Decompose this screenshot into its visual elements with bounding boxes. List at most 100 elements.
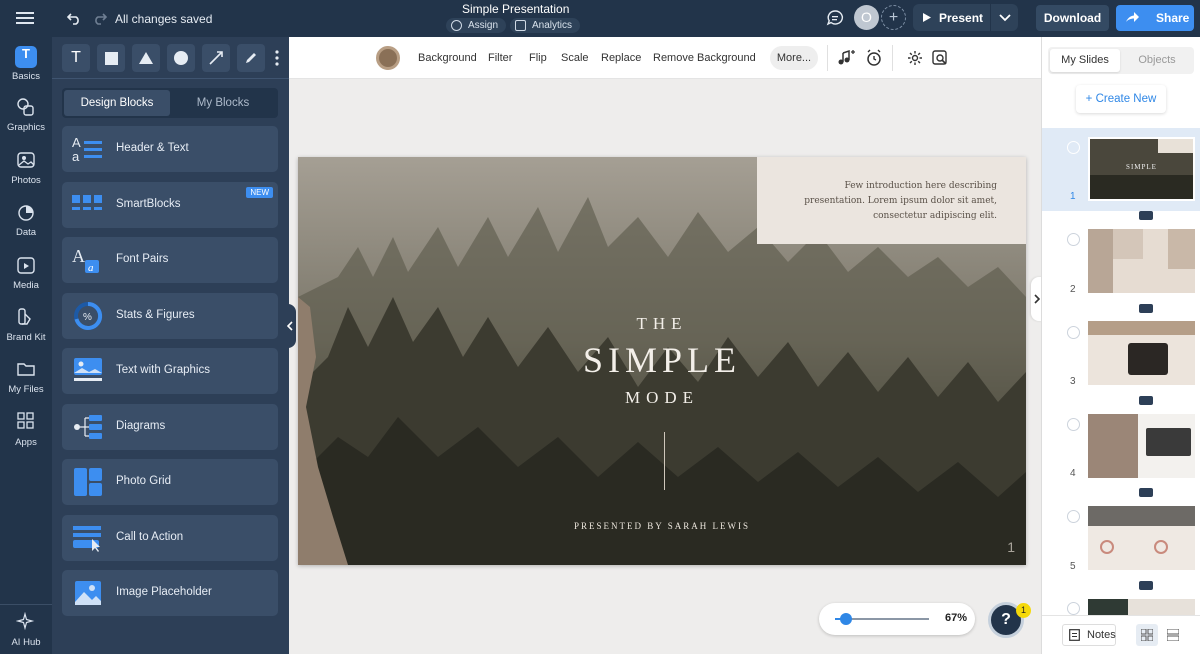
block-photo-grid[interactable]: Photo Grid bbox=[62, 459, 278, 505]
toolbar-filter[interactable]: Filter bbox=[488, 52, 512, 64]
more-tools-icon[interactable] bbox=[272, 49, 282, 67]
help-label: ? bbox=[1001, 611, 1011, 628]
analytics-button[interactable]: Analytics bbox=[510, 18, 581, 33]
rail-item-data[interactable]: Data bbox=[0, 202, 52, 238]
share-icon bbox=[1126, 12, 1139, 23]
grid-view-icon[interactable] bbox=[1136, 624, 1158, 646]
block-text-with-graphics[interactable]: Text with Graphics bbox=[62, 348, 278, 394]
timer-icon[interactable] bbox=[864, 48, 884, 68]
slide-canvas[interactable]: Few introduction here describing present… bbox=[298, 157, 1026, 565]
triangle-tool-icon[interactable] bbox=[132, 44, 160, 72]
slide-thumbnail-1[interactable]: SIMPLE bbox=[1088, 137, 1195, 201]
slide-options-icon[interactable] bbox=[1067, 326, 1080, 339]
zoom-slider-thumb[interactable] bbox=[840, 613, 853, 625]
document-title[interactable]: Simple Presentation bbox=[462, 2, 569, 16]
toolbar-replace[interactable]: Replace bbox=[601, 52, 641, 64]
title-mode[interactable]: MODE bbox=[298, 388, 1026, 408]
slide-options-icon[interactable] bbox=[1067, 602, 1080, 615]
assign-button[interactable]: Assign bbox=[446, 18, 507, 33]
slide-thumbnail-2[interactable] bbox=[1088, 229, 1195, 293]
notes-button[interactable]: Notes bbox=[1062, 624, 1116, 646]
circle-tool-icon[interactable] bbox=[167, 44, 195, 72]
svg-text:a: a bbox=[88, 262, 94, 274]
block-image-placeholder[interactable]: Image Placeholder bbox=[62, 570, 278, 616]
block-label-text-with-graphics: Text with Graphics bbox=[116, 364, 210, 376]
square-tool-icon[interactable] bbox=[97, 44, 125, 72]
media-icon bbox=[15, 255, 37, 277]
block-font-pairs[interactable]: Aa Font Pairs bbox=[62, 237, 278, 283]
rail-item-photos[interactable]: Photos bbox=[0, 150, 52, 186]
comment-icon[interactable] bbox=[825, 8, 845, 28]
audio-add-icon[interactable] bbox=[836, 48, 856, 68]
block-call-to-action[interactable]: Call to Action bbox=[62, 515, 278, 561]
create-new-button[interactable]: + Create New bbox=[1076, 85, 1166, 113]
tab-my-blocks[interactable]: My Blocks bbox=[170, 90, 276, 116]
slide-page-number: 1 bbox=[1007, 539, 1015, 555]
slide-thumbnail-6[interactable] bbox=[1088, 599, 1195, 615]
more-button[interactable]: More... bbox=[770, 46, 818, 70]
toolbar-remove-background[interactable]: Remove Background bbox=[653, 52, 756, 64]
intro-box[interactable]: Few introduction here describing present… bbox=[757, 157, 1026, 244]
toolbar-flip[interactable]: Flip bbox=[529, 52, 547, 64]
slide-2-animation-icon[interactable] bbox=[1139, 304, 1153, 313]
zoom-track[interactable] bbox=[835, 613, 929, 625]
slides-footer: Notes bbox=[1042, 615, 1200, 654]
tab-objects[interactable]: Objects bbox=[1122, 49, 1192, 72]
slide-options-icon[interactable] bbox=[1067, 510, 1080, 523]
thumb-2-photo-a bbox=[1088, 229, 1113, 293]
text-tool-icon[interactable]: T bbox=[62, 44, 90, 72]
list-view-icon[interactable] bbox=[1162, 624, 1184, 646]
pen-tool-icon[interactable] bbox=[237, 44, 265, 72]
tab-my-slides[interactable]: My Slides bbox=[1050, 49, 1120, 72]
settings-gear-icon[interactable] bbox=[905, 48, 925, 68]
slide-options-icon[interactable] bbox=[1067, 233, 1080, 246]
title-simple[interactable]: SIMPLE bbox=[298, 339, 1026, 381]
slide-thumbnail-3[interactable] bbox=[1088, 321, 1195, 385]
slide-thumbnail-4[interactable] bbox=[1088, 414, 1195, 478]
presenter-text[interactable]: PRESENTED BY SARAH LEWIS bbox=[298, 521, 1026, 531]
rail-divider bbox=[0, 604, 52, 605]
photos-icon bbox=[15, 150, 37, 172]
slide-1-animation-icon[interactable] bbox=[1139, 211, 1153, 220]
present-button[interactable]: Present bbox=[913, 4, 990, 31]
slide-options-icon[interactable] bbox=[1067, 141, 1080, 154]
rail-item-ai-hub[interactable]: AI Hub bbox=[0, 611, 52, 648]
slide-options-icon[interactable] bbox=[1067, 418, 1080, 431]
block-header-text[interactable]: Aa Header & Text bbox=[62, 126, 278, 172]
rail-item-apps[interactable]: Apps bbox=[0, 412, 52, 448]
redo-icon[interactable] bbox=[92, 10, 108, 26]
slide-4-animation-icon[interactable] bbox=[1139, 488, 1153, 497]
thumb-1-forest bbox=[1090, 175, 1193, 199]
rail-label-apps: Apps bbox=[15, 437, 37, 448]
title-the[interactable]: THE bbox=[298, 314, 1026, 334]
rail-item-basics[interactable]: T Basics bbox=[0, 46, 52, 82]
toolbar-background[interactable]: Background bbox=[418, 52, 477, 64]
toolbar-scale[interactable]: Scale bbox=[561, 52, 589, 64]
undo-icon[interactable] bbox=[66, 10, 82, 26]
thumb-6-photo bbox=[1088, 599, 1128, 615]
image-swatch[interactable] bbox=[376, 46, 400, 70]
download-button[interactable]: Download bbox=[1036, 5, 1109, 31]
block-diagrams[interactable]: Diagrams bbox=[62, 404, 278, 450]
block-stats-figures[interactable]: % Stats & Figures bbox=[62, 293, 278, 339]
slide-number-5: 5 bbox=[1070, 561, 1076, 572]
image-search-icon[interactable] bbox=[930, 48, 950, 68]
toolbar-divider-2 bbox=[892, 45, 893, 71]
rail-item-brand-kit[interactable]: Brand Kit bbox=[0, 307, 52, 343]
share-button[interactable]: Share bbox=[1116, 5, 1194, 31]
hamburger-menu-icon[interactable] bbox=[16, 10, 34, 26]
present-options-chevron-icon[interactable] bbox=[991, 4, 1018, 31]
add-collaborator-icon[interactable]: + bbox=[881, 5, 906, 30]
slide-3-animation-icon[interactable] bbox=[1139, 396, 1153, 405]
block-smartblocks[interactable]: SmartBlocks NEW bbox=[62, 182, 278, 228]
user-avatar[interactable]: O bbox=[854, 5, 879, 30]
rail-item-my-files[interactable]: My Files bbox=[0, 359, 52, 395]
slide-5-animation-icon[interactable] bbox=[1139, 581, 1153, 590]
rail-item-media[interactable]: Media bbox=[0, 255, 52, 291]
slide-thumbnail-5[interactable] bbox=[1088, 506, 1195, 570]
tab-design-blocks[interactable]: Design Blocks bbox=[64, 90, 170, 116]
zoom-level[interactable]: 67% bbox=[945, 612, 967, 624]
line-tool-icon[interactable] bbox=[202, 44, 230, 72]
collapse-panel-chevron-icon[interactable] bbox=[284, 304, 296, 348]
rail-item-graphics[interactable]: Graphics bbox=[0, 97, 52, 133]
